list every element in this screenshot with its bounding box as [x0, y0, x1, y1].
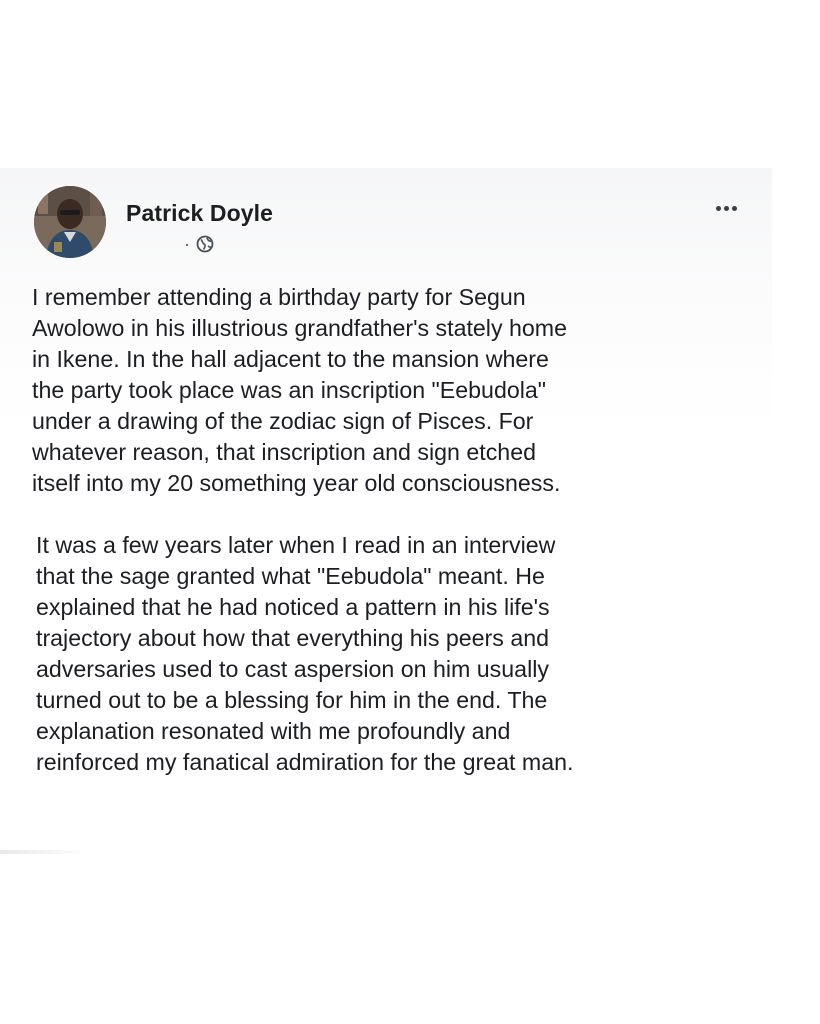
text-line: It was a few years later when I read in …	[36, 532, 556, 558]
post-header: Patrick Doyle ·	[34, 186, 744, 266]
profile-photo-icon	[34, 186, 106, 258]
post-text: I remember attending a birthday party fo…	[32, 282, 752, 778]
meta-separator: ·	[184, 234, 190, 254]
text-line: reinforced my fanatical admiration for t…	[36, 749, 574, 775]
more-horizontal-icon	[715, 205, 721, 211]
text-line: adversaries used to cast aspersion on hi…	[36, 656, 549, 682]
more-dot	[731, 205, 737, 211]
text-line: itself into my 20 something year old con…	[32, 470, 561, 496]
text-line: whatever reason, that inscription and si…	[32, 439, 536, 465]
text-line: turned out to be a blessing for him in t…	[36, 687, 548, 713]
author-name[interactable]: Patrick Doyle	[126, 200, 273, 227]
post-paragraph-1: I remember attending a birthday party fo…	[32, 282, 752, 499]
post-card: Patrick Doyle · I remember attending a b…	[0, 168, 772, 848]
text-line: trajectory about how that everything his…	[36, 625, 550, 651]
globe-icon[interactable]	[196, 235, 214, 253]
more-options-button[interactable]	[708, 196, 744, 220]
text-line: under a drawing of the zodiac sign of Pi…	[32, 408, 534, 434]
text-line: in Ikene. In the hall adjacent to the ma…	[32, 346, 549, 372]
text-line: Awolowo in his illustrious grandfather's…	[32, 315, 567, 341]
text-line: explanation resonated with me profoundly…	[36, 718, 511, 744]
avatar[interactable]	[34, 186, 106, 258]
post-meta: ·	[184, 232, 214, 256]
post-paragraph-2: It was a few years later when I read in …	[32, 530, 752, 778]
text-line: I remember attending a birthday party fo…	[32, 284, 526, 310]
more-dot	[723, 205, 729, 211]
text-line: the party took place was an inscription …	[32, 377, 547, 403]
divider	[0, 850, 90, 854]
text-line: that the sage granted what "Eebudola" me…	[36, 563, 545, 589]
text-line: explained that he had noticed a pattern …	[36, 594, 550, 620]
